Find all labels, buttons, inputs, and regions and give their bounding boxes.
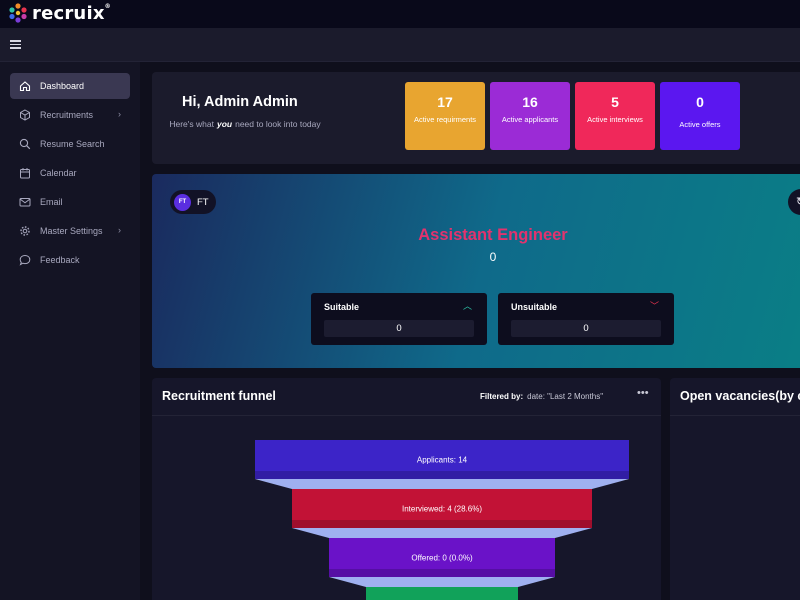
mail-icon — [19, 196, 31, 208]
stat-active-interviews[interactable]: 5 Active interviews — [575, 82, 655, 150]
gear-icon — [19, 225, 31, 237]
calendar-icon — [19, 167, 31, 179]
suitable-label: Suitable — [324, 302, 360, 312]
vacancies-header: Open vacancies(by c — [670, 378, 800, 416]
sidebar: Dashboard Recruitments › Resume Search C… — [0, 62, 140, 600]
funnel-stage[interactable] — [366, 587, 518, 600]
job-title[interactable]: Assistant Engineer — [152, 226, 800, 245]
sidebar-item-feedback[interactable]: Feedback — [10, 247, 130, 273]
refresh-icon: ↻ — [796, 195, 800, 208]
funnel-bar[interactable] — [366, 587, 518, 600]
stat-label: Active applicants — [501, 115, 559, 124]
brand-name: recruix® — [32, 2, 111, 24]
suitable-panel[interactable]: Suitable ︿ 0 — [311, 293, 487, 345]
funnel-connector — [255, 479, 629, 489]
stat-label: Active interviews — [587, 115, 643, 124]
greeting-title: Hi, Admin Admin — [182, 94, 298, 110]
greeting-subtitle: Here's what you need to look into today — [169, 119, 321, 129]
brand-bar: recruix® — [0, 0, 800, 28]
sidebar-item-label: Feedback — [40, 255, 80, 265]
recruitment-funnel-card: Recruitment funnel Filtered by: date: "La… — [152, 378, 661, 600]
job-count: 0 — [489, 250, 497, 264]
sidebar-item-label: Email — [40, 197, 63, 207]
stat-active-requirements[interactable]: 17 Active requirments — [405, 82, 485, 150]
chat-bubble-icon — [19, 254, 31, 266]
stat-active-offers[interactable]: 0 Active offers — [660, 82, 740, 150]
funnel-connector — [329, 577, 555, 587]
funnel-connector — [292, 528, 592, 538]
funnel-stage[interactable]: Interviewed: 4 (28.6%) — [292, 489, 592, 528]
job-type-label: FT — [197, 196, 209, 208]
stat-label: Active offers — [679, 120, 721, 129]
chevron-down-icon[interactable]: ﹀ — [650, 299, 659, 312]
menu-toggle-icon[interactable] — [10, 40, 21, 49]
unsuitable-panel[interactable]: Unsuitable ﹀ 0 — [498, 293, 674, 345]
chevron-right-icon: › — [118, 109, 121, 119]
funnel-bar-shade — [292, 520, 592, 528]
funnel-stage-label: Applicants: 14 — [417, 456, 468, 465]
unsuitable-value: 0 — [511, 320, 661, 337]
stat-active-applicants[interactable]: 16 Active applicants — [490, 82, 570, 150]
sidebar-item-label: Recruitments — [40, 110, 94, 120]
sidebar-item-master-settings[interactable]: Master Settings › — [10, 218, 130, 244]
stat-label: Active requirments — [413, 115, 477, 124]
chevron-right-icon: › — [118, 225, 121, 235]
funnel-bar-shade — [329, 569, 555, 577]
greeting-panel: Hi, Admin Admin Here's what you need to lo… — [152, 72, 800, 164]
sidebar-item-email[interactable]: Email — [10, 189, 130, 215]
refresh-button[interactable]: ↻ — [788, 189, 800, 215]
open-vacancies-card: Open vacancies(by c — [670, 378, 800, 600]
sidebar-item-dashboard[interactable]: Dashboard — [10, 73, 130, 99]
logo[interactable]: recruix® — [7, 2, 111, 24]
sidebar-item-label: Dashboard — [40, 81, 85, 91]
sidebar-item-calendar[interactable]: Calendar — [10, 160, 130, 186]
funnel-stage-label: Offered: 0 (0.0%) — [411, 554, 473, 563]
funnel-bar-shade — [255, 471, 629, 479]
funnel-stage[interactable]: Offered: 0 (0.0%) — [329, 538, 555, 577]
suitable-value: 0 — [324, 320, 474, 337]
top-toolbar — [0, 28, 800, 62]
stat-value: 17 — [437, 94, 453, 110]
logo-icon — [9, 3, 27, 23]
funnel-stage-label: Interviewed: 4 (28.6%) — [402, 505, 482, 514]
sidebar-item-resume-search[interactable]: Resume Search — [10, 131, 130, 157]
chevron-up-icon[interactable]: ︿ — [463, 299, 472, 312]
job-type-chip[interactable]: FT FT — [170, 190, 216, 214]
vacancies-title: Open vacancies(by c — [680, 389, 800, 403]
stat-value: 16 — [522, 94, 538, 110]
funnel-chart: Applicants: 14 Interviewed: 4 (28.6%) Offe… — [255, 440, 629, 600]
cube-icon — [19, 109, 31, 121]
stat-value: 0 — [696, 94, 704, 110]
sidebar-item-label: Master Settings — [40, 226, 103, 236]
avatar: FT — [174, 193, 191, 211]
job-card: FT FT ↻ Assistant Engineer 0 Suitable ︿ … — [152, 174, 800, 368]
search-icon — [19, 138, 31, 150]
unsuitable-label: Unsuitable — [511, 302, 558, 312]
stat-value: 5 — [611, 94, 619, 110]
sidebar-item-recruitments[interactable]: Recruitments › — [10, 102, 130, 128]
sidebar-item-label: Calendar — [40, 168, 77, 178]
home-icon — [19, 80, 31, 92]
sidebar-item-label: Resume Search — [40, 139, 105, 149]
funnel-stage[interactable]: Applicants: 14 — [255, 440, 629, 479]
